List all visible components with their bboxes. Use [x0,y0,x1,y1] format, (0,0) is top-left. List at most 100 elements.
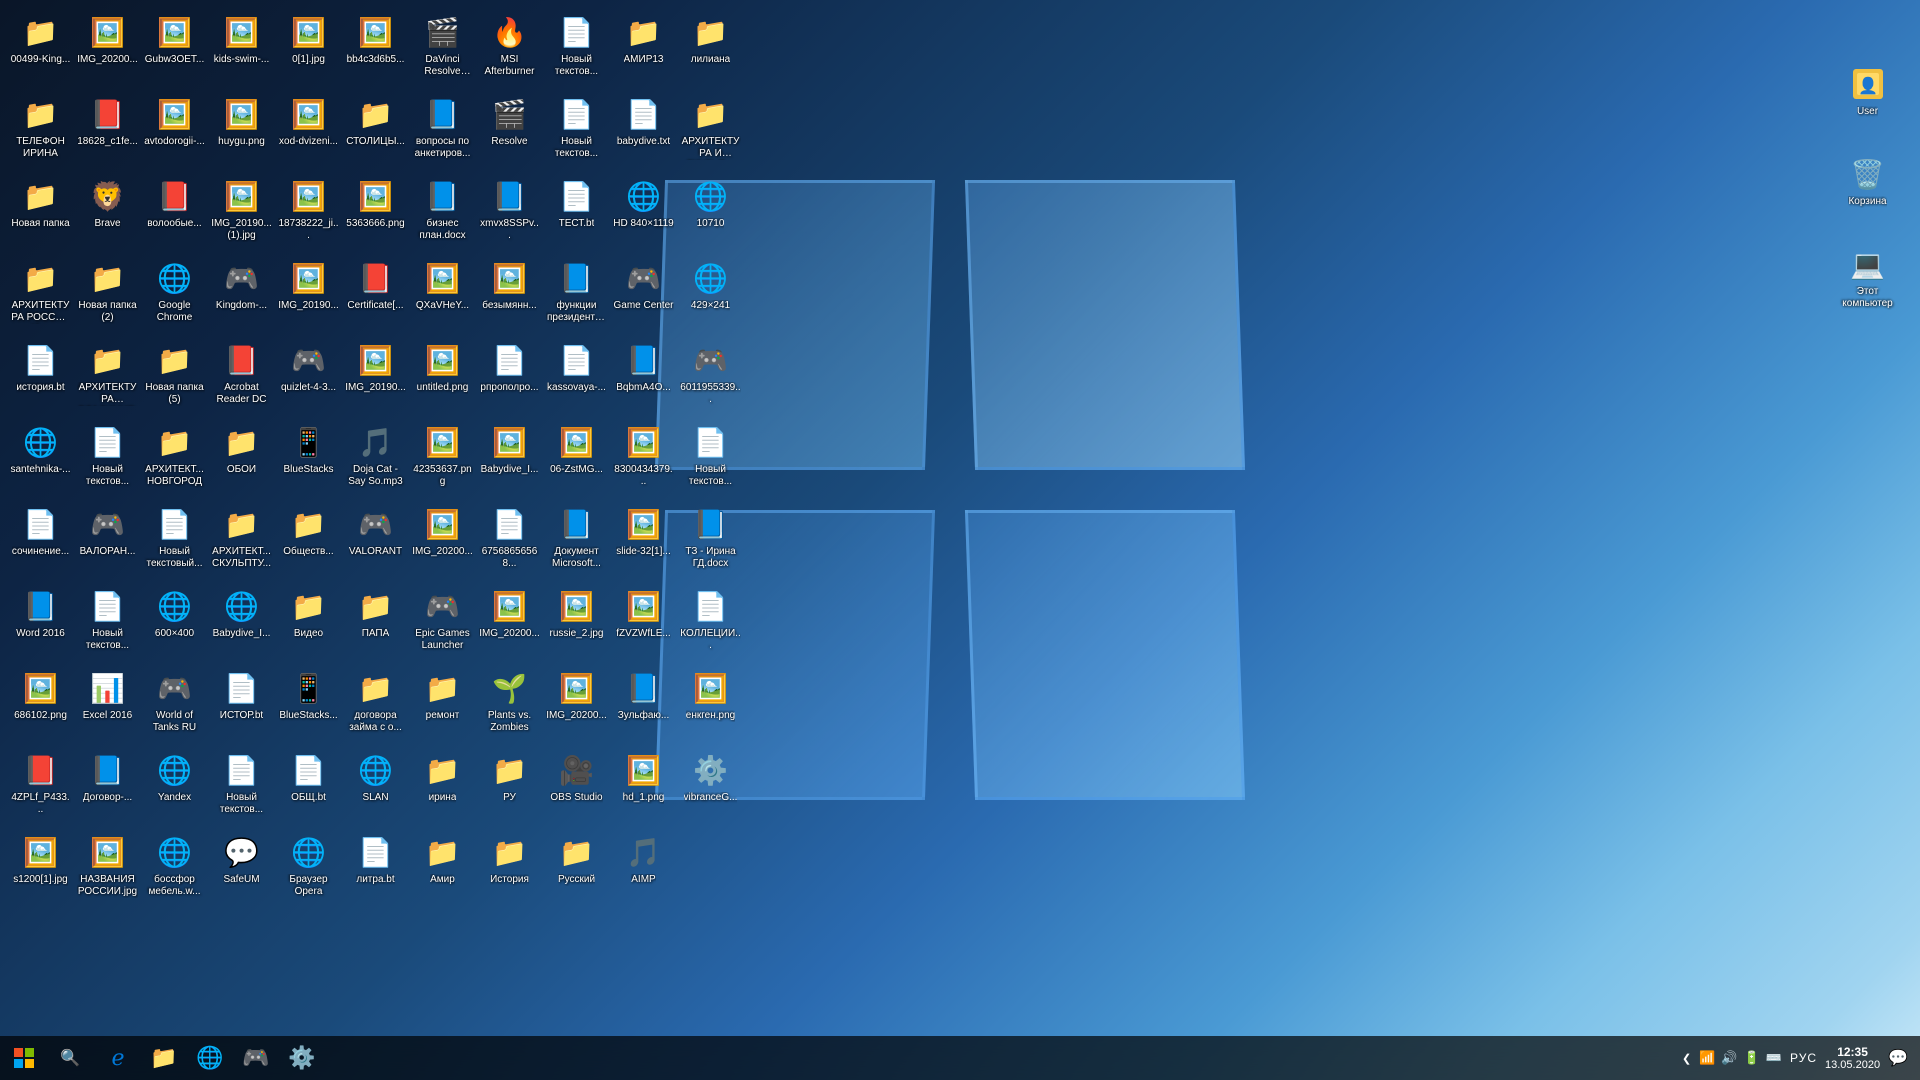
desktop-icon-n5[interactable]: 🖼️8300434379... [611,418,676,498]
desktop-icon-o5[interactable]: 📘ТЗ - Ирина ГД.docx [678,500,743,580]
desktop-icon-r5[interactable]: 🌐боссфор мебель.w... [142,828,207,908]
desktop-icon-trash[interactable]: 🗑️ Корзина [1835,150,1900,220]
desktop-icon-o7[interactable]: 📄Новый текстов... [75,582,140,662]
desktop-icon-n3[interactable]: 🖼️Babydive_I... [477,418,542,498]
desktop-icon-j7[interactable]: 🎬Resolve [477,90,542,170]
desktop-icon-r10[interactable]: 📁История [477,828,542,908]
desktop-icon-l6[interactable]: 📘функции президента... [544,254,609,334]
taskbar-explorer[interactable]: 📁 [142,1036,186,1080]
desktop-icon-j11[interactable]: 📁Новая папка [8,172,73,252]
taskbar-edge[interactable]: ℯ [96,1036,140,1080]
desktop-icon-m7[interactable]: 🎮6011955339... [678,336,743,416]
desktop-icon-k5[interactable]: 📘бизнес план.docx [410,172,475,252]
taskbar-steam[interactable]: 🎮 [234,1036,278,1080]
desktop-icon-n6[interactable]: 📄Новый текстов... [678,418,743,498]
desktop-icon-n8[interactable]: 🎮ВАЛОРАН... [75,500,140,580]
desktop-icon-m10[interactable]: 📁АРХИТЕКТ... НОВГОРОД [142,418,207,498]
taskbar-search-button[interactable]: 🔍 [48,1036,92,1080]
notification-bell[interactable]: 💬 [1888,1048,1908,1068]
desktop-icon-computer[interactable]: 💻 Этот компьютер [1835,240,1900,314]
desktop-icon-l12[interactable]: 📕Acrobat Reader DC [209,336,274,416]
desktop-icon-l2[interactable]: 🖼️IMG_20190... [276,254,341,334]
desktop-icon-p5[interactable]: 🖼️686102.png [8,664,73,744]
desktop-icon-o4[interactable]: 🖼️slide-32[1]... [611,500,676,580]
taskbar-settings[interactable]: ⚙️ [280,1036,324,1080]
desktop-icon-l8[interactable]: 🌐429×241 [678,254,743,334]
desktop-icon-i9[interactable]: 📄Новый текстов... [544,8,609,88]
desktop-icon-q1[interactable]: 🖼️IMG_20200... [544,664,609,744]
desktop-icon-k11[interactable]: 📁Новая папка (2) [75,254,140,334]
desktop-icon-r2[interactable]: ⚙️vibranceG... [678,746,743,826]
desktop-icon-p9[interactable]: 📱BlueStacks... [276,664,341,744]
desktop-icon-j3[interactable]: 🖼️huygu.png [209,90,274,170]
desktop-icon-m2[interactable]: 🖼️IMG_20190... [343,336,408,416]
desktop-icon-p11[interactable]: 📁ремонт [410,664,475,744]
desktop-icon-i12[interactable]: 📁ТЕЛЕФОН ИРИНА [8,90,73,170]
desktop-icon-q3[interactable]: 🖼️енкген.png [678,664,743,744]
desktop-icon-j1[interactable]: 📕18628_c1fe... [75,90,140,170]
desktop-icon-l4[interactable]: 🖼️QXaVHeY... [410,254,475,334]
desktop-icon-user[interactable]: 👤 User [1835,60,1900,130]
desktop-icon-o2[interactable]: 📄67568656568... [477,500,542,580]
desktop-icon-j5[interactable]: 📁СТОЛИЦЫ... [343,90,408,170]
desktop-icon-n7[interactable]: 📄сочинение... [8,500,73,580]
desktop-icon-o10[interactable]: 📁Видео [276,582,341,662]
tray-chevron[interactable]: ❮ [1682,1052,1691,1065]
desktop-icon-i6[interactable]: 🖼️bb4c3d6b5... [343,8,408,88]
desktop-icon-r9[interactable]: 📁Амир [410,828,475,908]
desktop-icon-p3[interactable]: 🖼️fZVZWfLE... [611,582,676,662]
desktop-icon-l1[interactable]: 🎮Kingdom-... [209,254,274,334]
desktop-icon-o6[interactable]: 📘Word 2016 [8,582,73,662]
desktop-icon-k8[interactable]: 🌐HD 840×1119 [611,172,676,252]
desktop-icon-k6[interactable]: 📘xmvx8SSPv... [477,172,542,252]
desktop-icon-m1[interactable]: 🎮quizlet-4-3... [276,336,341,416]
desktop-icon-l9[interactable]: 📄история.bt [8,336,73,416]
desktop-icon-r8[interactable]: 📄литра.bt [343,828,408,908]
desktop-icon-q10[interactable]: 📁ирина [410,746,475,826]
start-button[interactable] [0,1036,48,1080]
desktop-icon-r3[interactable]: 🖼️s1200[1].jpg [8,828,73,908]
desktop-icon-n10[interactable]: 📁АРХИТЕКТ... СКУЛЬПТУ... [209,500,274,580]
desktop-icon-m3[interactable]: 🖼️untitled.png [410,336,475,416]
desktop-icon-n9[interactable]: 📄Новый текстовый... [142,500,207,580]
desktop-icon-r11[interactable]: 📁Русский [544,828,609,908]
desktop-icon-i2[interactable]: 🖼️IMG_20200... [75,8,140,88]
desktop-icon-r4[interactable]: 🖼️НАЗВАНИЯ РОССИИ.jpg [75,828,140,908]
desktop-icon-m12[interactable]: 📱BlueStacks [276,418,341,498]
desktop-icon-q2[interactable]: 📘Зульфаю... [611,664,676,744]
desktop-icon-i8[interactable]: 🔥MSI Afterburner [477,8,542,88]
desktop-icon-o12[interactable]: 🎮Epic Games Launcher [410,582,475,662]
desktop-icon-i3[interactable]: 🖼️Gubw3OET... [142,8,207,88]
desktop-icon-j9[interactable]: 📄babydive.txt [611,90,676,170]
desktop-icon-i7[interactable]: 🎬DaVinci Resolve Pro... [410,8,475,88]
desktop-icon-j12[interactable]: 🦁Brave [75,172,140,252]
desktop-icon-p8[interactable]: 📄ИСТОР.bt [209,664,274,744]
desktop-icon-m8[interactable]: 🌐santehnika-... [8,418,73,498]
desktop-icon-p2[interactable]: 🖼️russie_2.jpg [544,582,609,662]
desktop-icon-k12[interactable]: 🌐Google Chrome [142,254,207,334]
taskbar-chrome[interactable]: 🌐 [188,1036,232,1080]
desktop-icon-k3[interactable]: 🖼️18738222_ji... [276,172,341,252]
desktop-icon-m5[interactable]: 📄kassovaya-... [544,336,609,416]
desktop-icon-l7[interactable]: 🎮Game Center [611,254,676,334]
desktop-icon-o3[interactable]: 📘Документ Microsoft... [544,500,609,580]
desktop-icon-r12[interactable]: 🎵AIMP [611,828,676,908]
desktop-icon-n12[interactable]: 🎮VALORANT [343,500,408,580]
desktop-icon-i5[interactable]: 🖼️0[1].jpg [276,8,341,88]
desktop-icon-n11[interactable]: 📁Обществ... [276,500,341,580]
desktop-icon-r6[interactable]: 💬SafeUM [209,828,274,908]
desktop-icon-q12[interactable]: 🎥OBS Studio [544,746,609,826]
desktop-icon-n1[interactable]: 🎵Doja Cat - Say So.mp3 [343,418,408,498]
desktop-icon-l11[interactable]: 📁Новая папка (5) [142,336,207,416]
desktop-icon-n4[interactable]: 🖼️06-ZstMG... [544,418,609,498]
desktop-icon-i10[interactable]: 📁АМИР13 [611,8,676,88]
desktop-icon-l5[interactable]: 🖼️безымянн... [477,254,542,334]
desktop-icon-j2[interactable]: 🖼️avtodorogii-... [142,90,207,170]
desktop-icon-q4[interactable]: 📕4ZPLf_P433... [8,746,73,826]
desktop-icon-q8[interactable]: 📄ОБЩ.bt [276,746,341,826]
desktop-icon-q11[interactable]: 📁РУ [477,746,542,826]
desktop-icon-p10[interactable]: 📁договора займа с о... [343,664,408,744]
desktop-icon-m6[interactable]: 📘BqbmA4O... [611,336,676,416]
desktop-icon-o8[interactable]: 🌐600×400 [142,582,207,662]
desktop-icon-n2[interactable]: 🖼️42353637.png [410,418,475,498]
